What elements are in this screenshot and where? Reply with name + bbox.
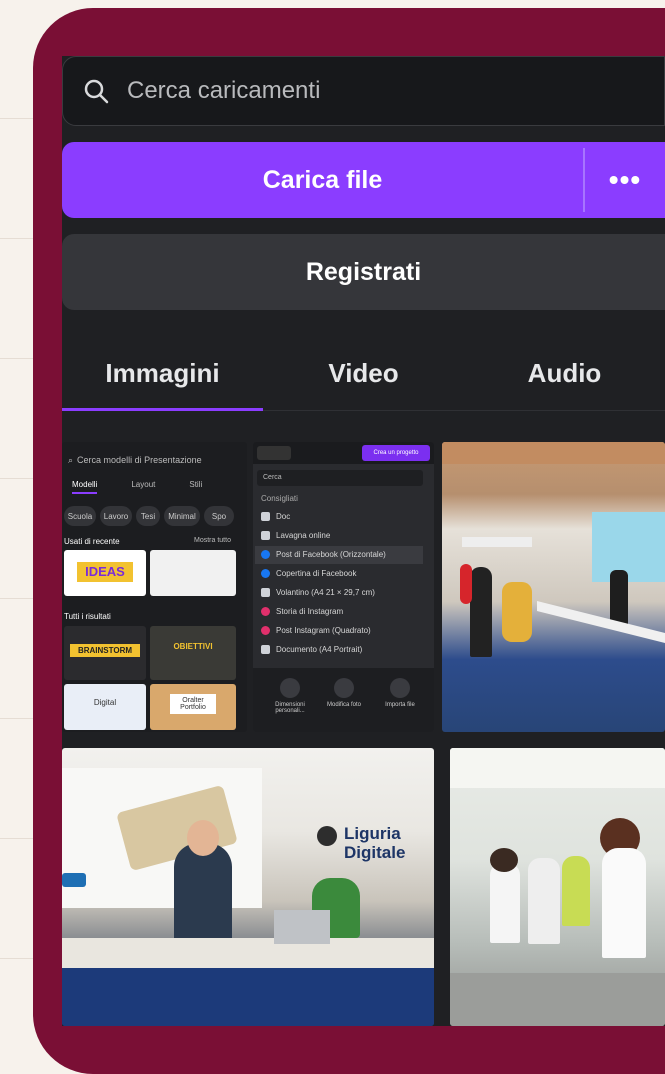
menu-item-doc: Doc bbox=[261, 512, 290, 521]
liguria-digitale-logo: Liguria Digitale bbox=[344, 824, 406, 862]
menu-item-instagram-story: Storia di Instagram bbox=[261, 607, 343, 616]
results-label: Tutti i risultati bbox=[64, 612, 111, 621]
upload-button-group: Carica file ••• bbox=[62, 142, 665, 218]
upload-thumbnail-group-photo[interactable] bbox=[450, 748, 665, 1026]
chip-scuola: Scuola bbox=[64, 506, 96, 526]
search-bar[interactable] bbox=[62, 56, 665, 126]
template-card-digital: Digital bbox=[64, 684, 146, 730]
menu-item-instagram-post: Post Instagram (Quadrato) bbox=[261, 626, 371, 635]
template-card-obiettivi: OBIETTIVI bbox=[150, 626, 236, 680]
menu-item-whiteboard: Lavagna online bbox=[261, 531, 330, 540]
tab-stili: Stili bbox=[189, 480, 203, 489]
template-card-brainstorm: BRAINSTORM bbox=[64, 626, 146, 680]
upload-files-button[interactable]: Carica file bbox=[62, 142, 583, 218]
menu-item-flyer: Volantino (A4 21 × 29,7 cm) bbox=[261, 588, 375, 597]
upload-thumbnail-classroom-photo[interactable] bbox=[442, 442, 665, 732]
chip-lavoro: Lavoro bbox=[100, 506, 132, 526]
tab-modelli: Modelli bbox=[72, 480, 98, 494]
record-button[interactable]: Registrati bbox=[62, 234, 665, 310]
footer-import-file: Importa file bbox=[375, 678, 425, 708]
recent-label: Usati di recente bbox=[64, 537, 120, 546]
templates-search-text: Cerca modelli di Presentazione bbox=[77, 455, 202, 465]
template-card-light bbox=[150, 550, 236, 596]
template-card-portfolio: Oralter Portfolio bbox=[150, 684, 236, 730]
tab-audio[interactable]: Audio bbox=[464, 336, 665, 410]
menu-item-facebook-post: Post di Facebook (Orizzontale) bbox=[261, 550, 386, 559]
tab-video[interactable]: Video bbox=[263, 336, 464, 410]
search-icon bbox=[84, 79, 109, 104]
upload-thumbnail-templates[interactable]: ⌕ Cerca modelli di Presentazione Modelli… bbox=[62, 442, 247, 732]
create-design-button: Crea un progetto bbox=[362, 445, 430, 461]
chip-tesi: Tesi bbox=[136, 506, 160, 526]
chip-spo: Spo bbox=[204, 506, 234, 526]
template-card-ideas: IDEAS bbox=[64, 550, 146, 596]
footer-custom-size: Dimensioni personali... bbox=[267, 678, 313, 714]
see-all-link: Mostra tutto bbox=[194, 537, 231, 544]
tab-images[interactable]: Immagini bbox=[62, 336, 263, 411]
media-tabs: Immagini Video Audio bbox=[62, 336, 665, 411]
more-options-button[interactable]: ••• bbox=[585, 142, 665, 218]
search-input[interactable] bbox=[125, 76, 549, 106]
menu-item-document-a4: Documento (A4 Portrait) bbox=[261, 645, 362, 654]
search-icon: ⌕ bbox=[68, 454, 74, 465]
upload-thumbnail-workshop-photo[interactable]: Liguria Digitale bbox=[62, 748, 434, 1026]
uploads-panel: Carica file ••• Registrati Immagini Vide… bbox=[62, 56, 665, 1026]
menu-section-label: Consigliati bbox=[261, 494, 298, 503]
menu-search: Cerca bbox=[257, 470, 423, 486]
upload-thumbnail-create-menu[interactable]: Crea un progetto Cerca Consigliati Doc L… bbox=[253, 442, 434, 732]
chip-minimal: Minimal bbox=[164, 506, 200, 526]
tab-layout: Layout bbox=[131, 480, 156, 489]
footer-edit-photo: Modifica foto bbox=[321, 678, 367, 708]
menu-item-facebook-cover: Copertina di Facebook bbox=[261, 569, 357, 578]
